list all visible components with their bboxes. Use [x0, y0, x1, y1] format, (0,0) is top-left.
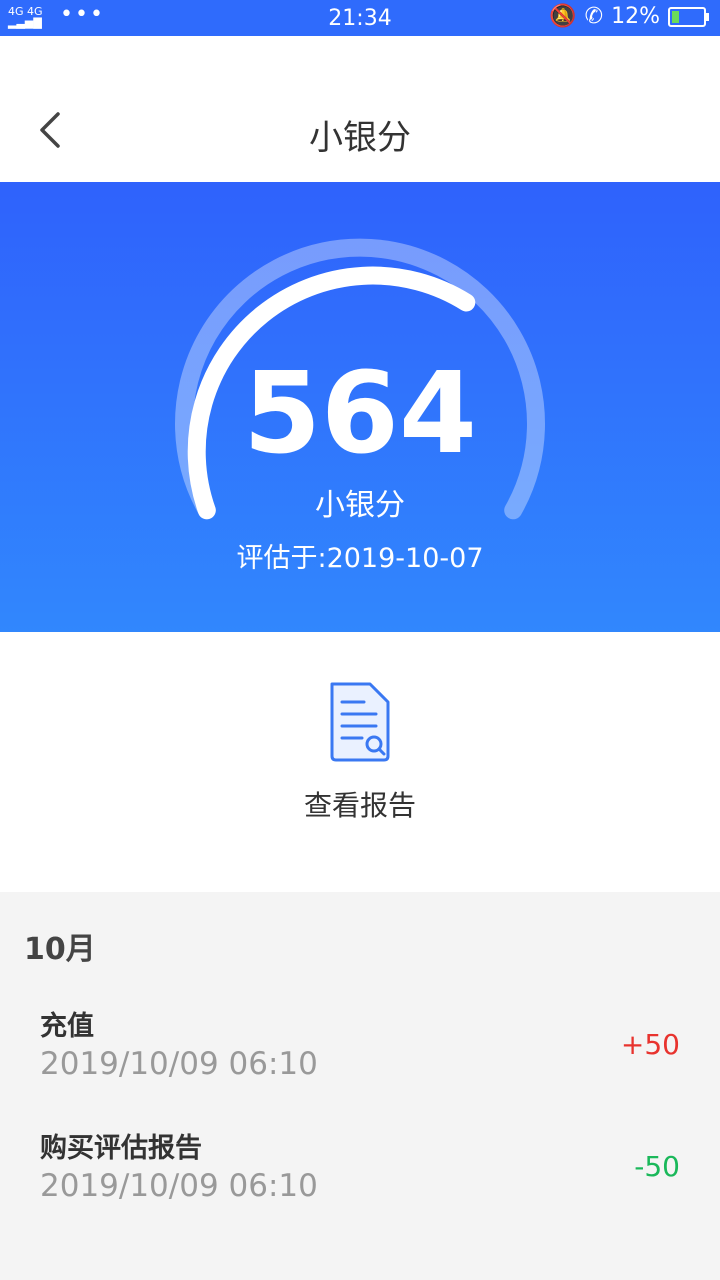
- transaction-amount: +50: [620, 1028, 680, 1061]
- transaction-title: 充值: [40, 1011, 94, 1042]
- score-card: 564 小银分 评估于:2019-10-07: [0, 182, 720, 632]
- score-label: 小银分: [315, 488, 405, 523]
- page-title: 小银分: [309, 118, 411, 158]
- status-bar: 4G 4G ▂▃▅▇ ••• 21:34 🔕 ✆ 12%: [0, 0, 720, 36]
- transaction-amount: -50: [634, 1150, 680, 1183]
- evaluation-date: 评估于:2019-10-07: [236, 543, 484, 574]
- battery-icon: [668, 6, 709, 27]
- transaction-time: 2019/10/09 06:10: [40, 1046, 318, 1082]
- transaction-time: 2019/10/09 06:10: [40, 1168, 318, 1204]
- top-bar: 小银分: [0, 36, 720, 182]
- battery-percent: 12%: [611, 4, 660, 29]
- mute-icon: 🔕: [549, 4, 577, 29]
- view-report-button[interactable]: 查看报告: [0, 632, 720, 892]
- score-value: 564: [243, 349, 477, 479]
- view-report-label: 查看报告: [303, 789, 416, 822]
- list-item[interactable]: 充值 2019/10/09 06:10 +50: [0, 1004, 720, 1114]
- transaction-title: 购买评估报告: [40, 1133, 202, 1164]
- report-document-icon: [330, 682, 390, 762]
- hd-call-icon: ✆: [584, 4, 604, 29]
- month-heading: 10月: [24, 932, 96, 967]
- list-item[interactable]: 购买评估报告 2019/10/09 06:10 -50: [0, 1126, 720, 1236]
